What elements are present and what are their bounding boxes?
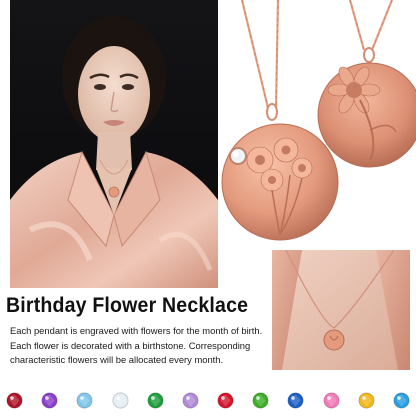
- product-description: Each pendant is engraved with flowers fo…: [10, 325, 263, 365]
- pendant-product-photo: [220, 0, 416, 248]
- emerald-gem: [147, 392, 164, 408]
- product-title: Birthday Flower Necklace: [6, 294, 249, 317]
- garnet-gem: [6, 392, 23, 408]
- model-photo: [10, 0, 218, 288]
- sapphire-gem: [287, 392, 304, 408]
- alexandrite-gem: [182, 392, 199, 408]
- ruby-gem: [217, 392, 234, 408]
- tourmaline-gem: [323, 392, 340, 408]
- aquamarine-gem: [76, 392, 93, 408]
- birthstone-row: [4, 390, 412, 410]
- amethyst-gem: [41, 392, 58, 408]
- diamond-gem: [112, 392, 129, 408]
- worn-necklace-photo: [272, 250, 410, 370]
- peridot-gem: [252, 392, 269, 408]
- blue-topaz-gem: [393, 392, 410, 408]
- citrine-gem: [358, 392, 375, 408]
